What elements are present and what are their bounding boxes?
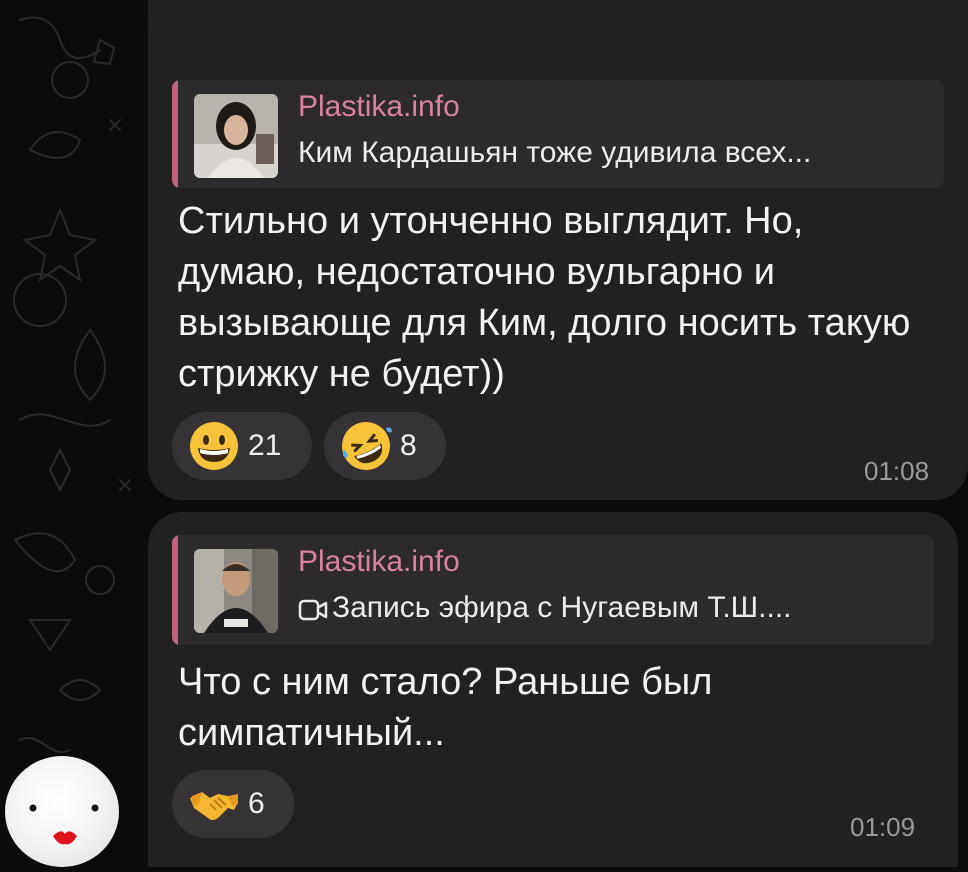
reaction-count: 8 [400,429,417,462]
reply-channel-name: Plastika.info [298,90,460,123]
sender-avatar[interactable] [5,756,119,867]
reply-accent-bar [172,80,178,188]
reply-quote-text: Ким Кардашьян тоже удивила всех... [298,136,812,169]
reaction-count: 21 [248,429,282,462]
rolling-laughing-icon [342,422,392,470]
message-text: Стильно и утонченно выглядит. Но, думаю,… [178,200,911,395]
message-text: Что с ним стало? Раньше был симпатичный.… [178,661,713,754]
reaction-grinning[interactable]: 21 [172,412,312,480]
reply-preview[interactable]: Plastika.info Запись эфира с Нугаевым Т.… [172,535,934,645]
reply-channel-name: Plastika.info [298,545,460,578]
avatar-face-icon [29,804,99,845]
message-time: 01:08 [864,456,930,486]
reply-thumbnail [194,549,278,633]
reply-accent-bar [172,535,178,645]
message-bubble[interactable]: Plastika.info Ким Кардашьян тоже удивила… [148,0,968,500]
reaction-rofl[interactable]: 8 [324,412,446,480]
reply-quote-text: Запись эфира с Нугаевым Т.Ш.... [332,591,792,624]
bubble-top [148,0,968,40]
video-camera-icon [298,599,328,621]
reply-thumbnail [194,94,278,178]
handshake-icon [190,792,238,820]
reaction-count: 6 [248,787,265,820]
reaction-handshake[interactable]: 6 [172,770,294,838]
message-time: 01:09 [850,812,916,842]
grinning-face-icon [190,422,238,470]
message-bubble[interactable]: Plastika.info Запись эфира с Нугаевым Т.… [148,512,958,867]
reply-preview[interactable]: Plastika.info Ким Кардашьян тоже удивила… [172,80,944,188]
